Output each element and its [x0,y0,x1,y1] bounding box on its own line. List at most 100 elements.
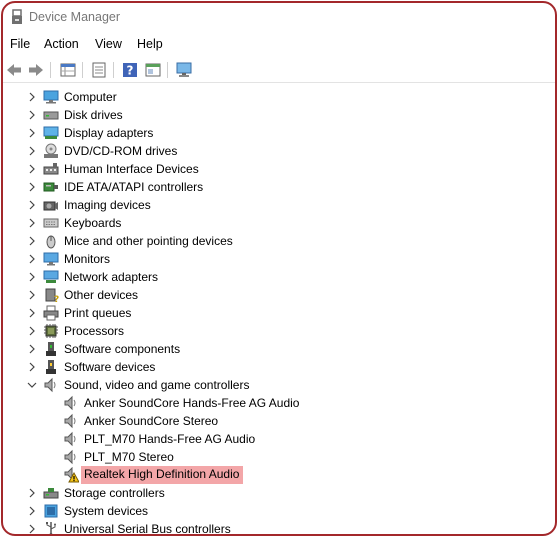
scan-hardware-button[interactable] [174,60,194,80]
device-row[interactable]: PLT_M70 Hands-Free AG Audio [3,430,555,448]
category-row[interactable]: ? Other devices [3,286,555,305]
category-label: Keyboards [64,216,122,230]
help-button[interactable]: ? [120,60,140,80]
expand-chevron-icon[interactable] [26,504,38,518]
sheet-button[interactable] [89,60,109,80]
category-row[interactable]: IDE ATA/ATAPI controllers [3,178,555,196]
category-row[interactable]: Human Interface Devices [3,160,555,178]
category-label: Computer [64,90,117,104]
speaker-warning-icon [63,466,80,483]
keyboard-icon [43,215,59,231]
device-row[interactable]: PLT_M70 Stereo [3,448,555,466]
category-label: Software devices [64,360,156,374]
properties-grid-icon [60,63,76,77]
category-label: Sound, video and game controllers [64,378,250,392]
category-row[interactable]: Universal Serial Bus controllers [3,520,555,536]
expand-chevron-icon[interactable] [26,108,38,122]
svg-text:?: ? [54,295,59,303]
software-device-icon [43,359,59,375]
expand-chevron-icon[interactable] [26,198,38,212]
system-device-icon [43,503,59,519]
properties-grid-button[interactable] [58,60,78,80]
dvd-drive-icon [43,143,59,159]
category-label: DVD/CD-ROM drives [64,144,178,158]
category-row[interactable]: Software devices [3,358,555,376]
expand-chevron-icon[interactable] [26,216,38,230]
category-label: Network adapters [64,270,159,284]
expand-chevron-icon[interactable] [26,306,38,320]
category-row[interactable]: Sound, video and game controllers [3,376,555,394]
category-row[interactable]: Monitors [3,250,555,268]
toolbar: ? [3,57,555,83]
collapse-chevron-icon[interactable] [26,378,38,392]
category-label: Other devices [64,288,139,302]
expand-chevron-icon[interactable] [26,522,38,534]
menu-bar: File Action View Help [3,35,555,55]
category-row[interactable]: Mice and other pointing devices [3,232,555,250]
category-label: Human Interface Devices [64,162,199,176]
sheet-icon [92,62,106,78]
category-row[interactable]: Print queues [3,304,555,322]
monitor-icon [43,251,59,267]
category-row[interactable]: Imaging devices [3,196,555,214]
category-row[interactable]: Software components [3,340,555,358]
expand-chevron-icon[interactable] [26,90,38,104]
panel-button[interactable] [143,60,163,80]
speaker-icon [63,395,79,411]
category-label: Universal Serial Bus controllers [64,522,231,536]
category-row[interactable]: DVD/CD-ROM drives [3,142,555,160]
expand-chevron-icon[interactable] [26,270,38,284]
expand-chevron-icon[interactable] [26,342,38,356]
category-row[interactable]: Processors [3,322,555,340]
panel-icon [145,63,161,77]
device-row[interactable]: Anker SoundCore Hands-Free AG Audio [3,394,555,412]
title-bar: Device Manager [3,3,555,33]
storage-controller-icon [43,485,59,501]
category-row[interactable]: Network adapters [3,268,555,286]
category-label: Mice and other pointing devices [64,234,233,248]
forward-icon [29,64,43,76]
category-row[interactable]: System devices [3,502,555,520]
category-label: Processors [64,324,125,338]
category-row[interactable]: Display adapters [3,124,555,142]
processor-icon [43,323,59,339]
expand-chevron-icon[interactable] [26,180,38,194]
back-button[interactable] [4,60,24,80]
svg-text:?: ? [127,64,134,78]
speaker-icon [63,449,79,465]
expand-chevron-icon[interactable] [26,234,38,248]
device-label: Anker SoundCore Hands-Free AG Audio [84,396,300,410]
hid-icon [43,161,59,177]
menu-view[interactable]: View [95,37,122,51]
category-row[interactable]: Keyboards [3,214,555,232]
expand-chevron-icon[interactable] [26,144,38,158]
category-row[interactable]: Storage controllers [3,484,555,502]
expand-chevron-icon[interactable] [26,252,38,266]
expand-chevron-icon[interactable] [26,288,38,302]
expand-chevron-icon[interactable] [26,360,38,374]
expand-chevron-icon[interactable] [26,324,38,338]
expand-chevron-icon[interactable] [26,486,38,500]
category-row[interactable]: Disk drives [3,106,555,124]
usb-controller-icon [43,521,59,534]
device-row[interactable]: Realtek High Definition Audio [3,466,555,484]
expand-chevron-icon[interactable] [26,126,38,140]
device-label: PLT_M70 Stereo [84,450,174,464]
computer-icon [43,89,59,105]
device-row[interactable]: Anker SoundCore Stereo [3,412,555,430]
back-icon [7,64,21,76]
ide-controller-icon [43,179,59,195]
menu-help[interactable]: Help [137,37,163,51]
speaker-icon [63,413,79,429]
category-row[interactable]: Computer [3,88,555,106]
expand-chevron-icon[interactable] [26,162,38,176]
device-label: Anker SoundCore Stereo [84,414,219,428]
forward-button[interactable] [26,60,46,80]
category-label: System devices [64,504,149,518]
device-manager-app-icon [12,9,22,24]
printer-icon [43,305,59,321]
menu-action[interactable]: Action [44,37,79,51]
menu-file[interactable]: File [10,37,30,51]
category-label: Print queues [64,306,132,320]
selected-device-label: Realtek High Definition Audio [81,466,244,484]
